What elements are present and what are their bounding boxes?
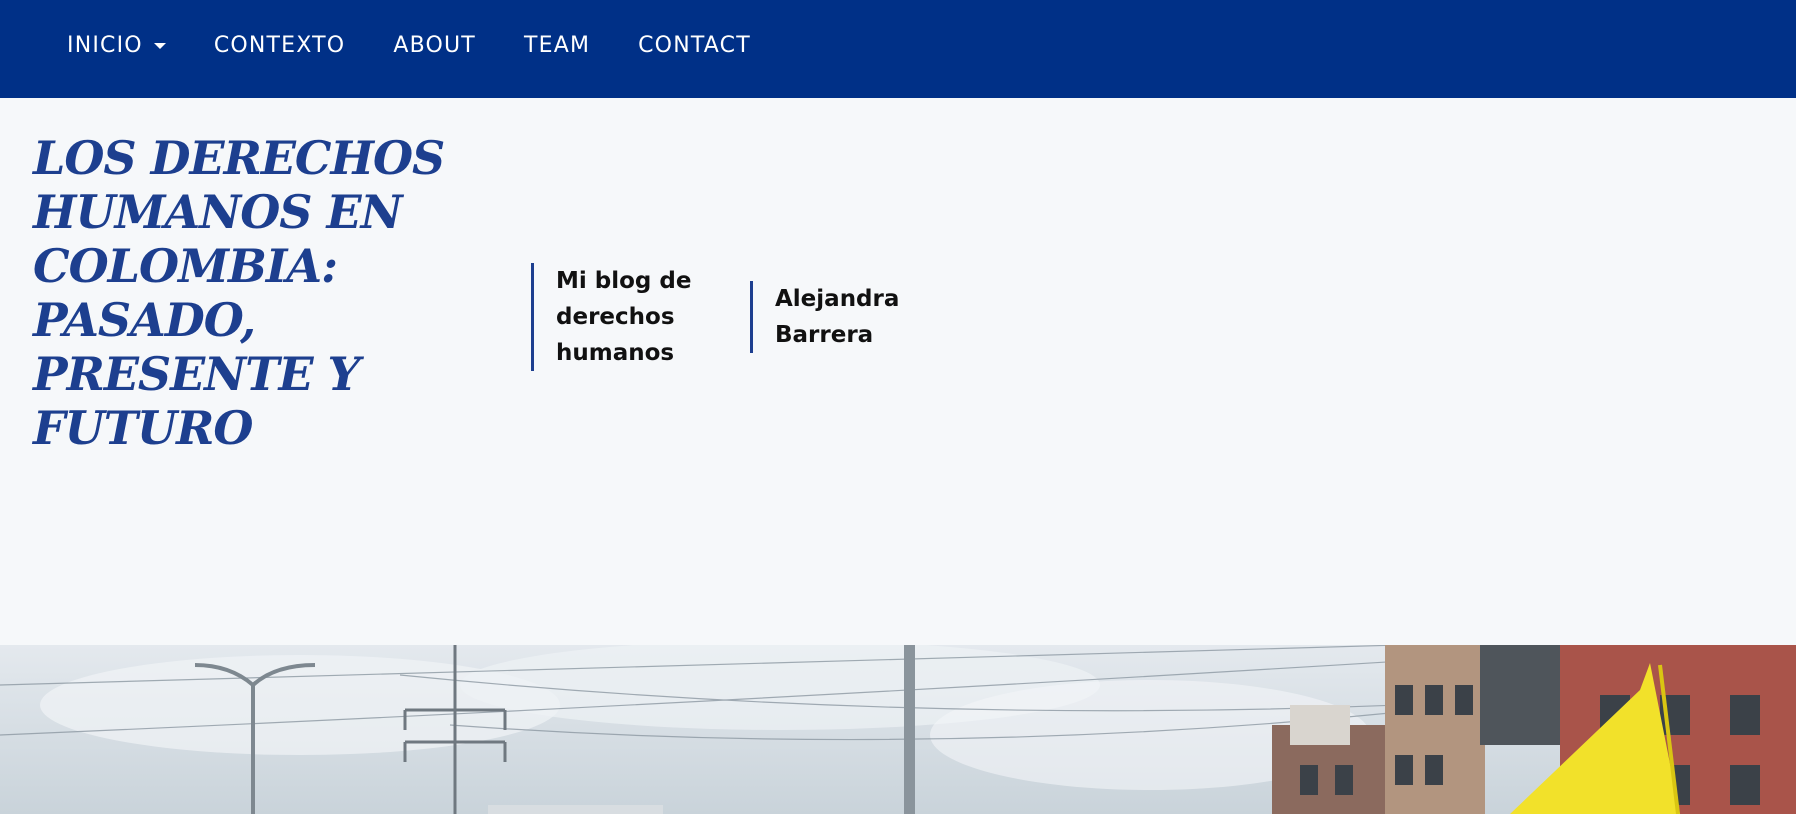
nav-item-label: CONTEXTO — [213, 32, 346, 58]
top-navbar: INICIO CONTEXTO ABOUT TEAM CONTACT — [0, 0, 1796, 98]
nav-item-label: INICIO — [67, 32, 143, 58]
caret-down-icon — [153, 43, 166, 49]
nav-item-about[interactable]: ABOUT — [393, 33, 476, 58]
page-title: LOS DERECHOS HUMANOS EN COLOMBIA: PASADO… — [33, 131, 445, 455]
nav-item-contact[interactable]: CONTACT — [638, 33, 751, 58]
nav-menu: INICIO CONTEXTO ABOUT TEAM CONTACT — [67, 0, 799, 90]
nav-item-label: TEAM — [523, 32, 591, 58]
author-name: Alejandra Barrera — [750, 281, 915, 353]
protest-photo-icon — [0, 645, 1796, 814]
nav-item-inicio[interactable]: INICIO — [67, 33, 166, 58]
nav-item-team[interactable]: TEAM — [524, 33, 590, 58]
nav-item-label: CONTACT — [638, 32, 751, 58]
nav-item-contexto[interactable]: CONTEXTO — [214, 33, 346, 58]
nav-item-label: ABOUT — [393, 32, 476, 58]
blog-label: Mi blog de derechos humanos — [531, 263, 706, 371]
hero-image — [0, 645, 1796, 814]
